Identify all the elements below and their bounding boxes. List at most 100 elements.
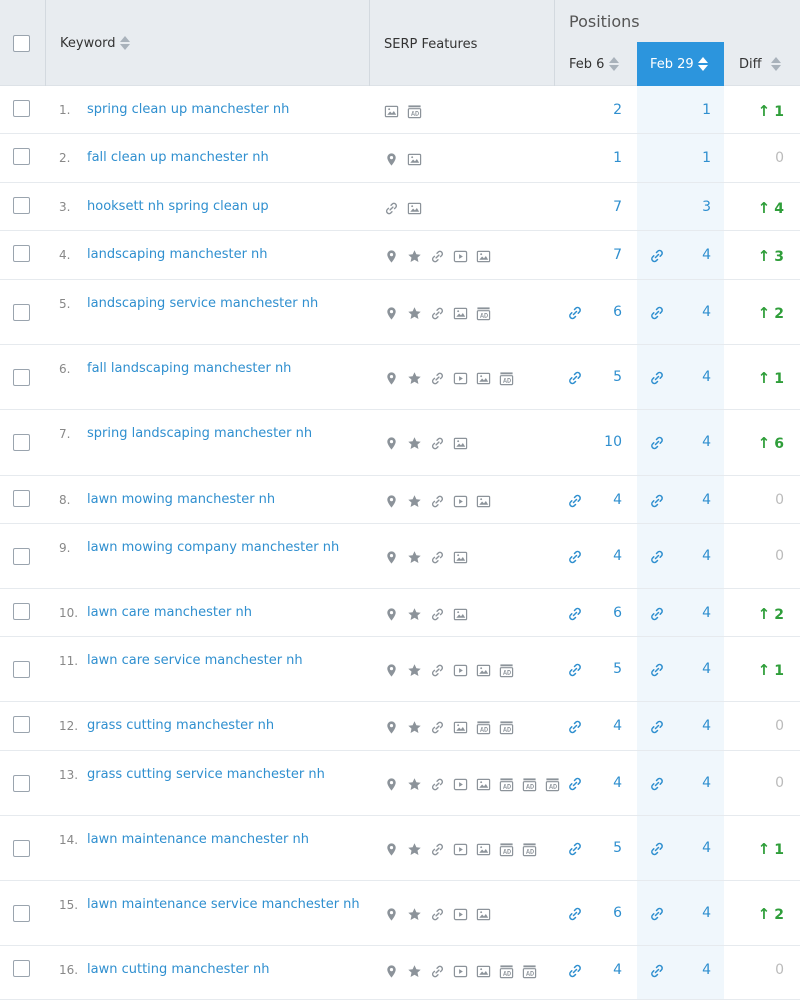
feb6-position[interactable]: 7 <box>590 247 622 263</box>
table-row[interactable]: 10. lawn care manchester nh 6 4 ↑ 2 <box>0 589 800 637</box>
row-checkbox[interactable] <box>13 100 30 117</box>
table-row[interactable]: 4. landscaping manchester nh 7 4 ↑ 3 <box>0 231 800 280</box>
table-row[interactable]: 14. lawn maintenance manchester nh 5 4 ↑ 1 <box>0 816 800 881</box>
feb29-url-link-icon[interactable] <box>649 493 665 509</box>
feb6-position[interactable]: 5 <box>590 840 622 856</box>
feb6-position[interactable]: 4 <box>590 492 622 508</box>
row-checkbox[interactable] <box>13 548 30 565</box>
feb29-position[interactable]: 4 <box>678 840 711 856</box>
keyword-link[interactable]: grass cutting service manchester nh <box>87 767 325 782</box>
feb29-url-link-icon[interactable] <box>649 662 665 678</box>
table-row[interactable]: 12. grass cutting manchester nh 4 4 0 <box>0 702 800 751</box>
feb29-url-link-icon[interactable] <box>649 606 665 622</box>
feb29-position[interactable]: 4 <box>678 962 711 978</box>
feb29-url-link-icon[interactable] <box>649 370 665 386</box>
feb6-sort-icon[interactable] <box>609 56 619 72</box>
feb29-position[interactable]: 3 <box>678 199 711 215</box>
feb29-url-link-icon[interactable] <box>649 906 665 922</box>
feb6-url-link-icon[interactable] <box>567 776 583 792</box>
table-row[interactable]: 3. hooksett nh spring clean up 7 3 ↑ 4 <box>0 183 800 231</box>
table-row[interactable]: 2. fall clean up manchester nh 1 1 0 <box>0 134 800 183</box>
select-all-checkbox[interactable] <box>13 35 30 52</box>
row-checkbox[interactable] <box>13 960 30 977</box>
feb29-position[interactable]: 4 <box>678 434 711 450</box>
row-checkbox[interactable] <box>13 148 30 165</box>
feb6-url-link-icon[interactable] <box>567 370 583 386</box>
feb6-position[interactable]: 6 <box>590 905 622 921</box>
feb29-position[interactable]: 4 <box>678 905 711 921</box>
keyword-link[interactable]: landscaping service manchester nh <box>87 296 318 311</box>
feb6-url-link-icon[interactable] <box>567 549 583 565</box>
table-row[interactable]: 15. lawn maintenance service manchester n… <box>0 881 800 946</box>
keyword-link[interactable]: grass cutting manchester nh <box>87 718 274 733</box>
feb6-position[interactable]: 10 <box>590 434 622 450</box>
table-row[interactable]: 5. landscaping service manchester nh 6 4 ↑ 2 <box>0 280 800 345</box>
table-row[interactable]: 9. lawn mowing company manchester nh 4 4 0 <box>0 524 800 589</box>
table-row[interactable]: 8. lawn mowing manchester nh 4 4 0 <box>0 476 800 524</box>
feb6-url-link-icon[interactable] <box>567 841 583 857</box>
feb6-position[interactable]: 2 <box>590 102 622 118</box>
table-row[interactable]: 13. grass cutting service manchester nh 4 4… <box>0 751 800 816</box>
diff-sort-icon[interactable] <box>771 56 781 72</box>
feb29-position[interactable]: 1 <box>678 150 711 166</box>
keyword-sort-icon[interactable] <box>120 35 130 51</box>
feb6-url-link-icon[interactable] <box>567 963 583 979</box>
row-checkbox[interactable] <box>13 716 30 733</box>
feb29-url-link-icon[interactable] <box>649 963 665 979</box>
feb6-position[interactable]: 5 <box>590 369 622 385</box>
feb6-url-link-icon[interactable] <box>567 493 583 509</box>
feb29-position[interactable]: 4 <box>678 492 711 508</box>
feb29-url-link-icon[interactable] <box>649 305 665 321</box>
feb6-position[interactable]: 4 <box>590 962 622 978</box>
keyword-column-header[interactable]: Keyword <box>60 36 116 51</box>
row-checkbox[interactable] <box>13 905 30 922</box>
feb6-position[interactable]: 6 <box>590 605 622 621</box>
feb6-url-link-icon[interactable] <box>567 906 583 922</box>
feb6-url-link-icon[interactable] <box>567 305 583 321</box>
feb29-column-header[interactable]: Feb 29 <box>637 42 724 86</box>
keyword-link[interactable]: lawn care service manchester nh <box>87 653 303 668</box>
feb6-column-header[interactable]: Feb 6 <box>569 57 604 72</box>
row-checkbox[interactable] <box>13 840 30 857</box>
table-row[interactable]: 7. spring landscaping manchester nh 10 4 ↑ 6 <box>0 410 800 476</box>
keyword-link[interactable]: fall landscaping manchester nh <box>87 361 291 376</box>
row-checkbox[interactable] <box>13 369 30 386</box>
keyword-link[interactable]: lawn care manchester nh <box>87 605 252 620</box>
row-checkbox[interactable] <box>13 603 30 620</box>
keyword-link[interactable]: lawn cutting manchester nh <box>87 962 269 977</box>
feb29-url-link-icon[interactable] <box>649 841 665 857</box>
feb6-position[interactable]: 5 <box>590 661 622 677</box>
row-checkbox[interactable] <box>13 304 30 321</box>
row-checkbox[interactable] <box>13 245 30 262</box>
feb29-position[interactable]: 4 <box>678 304 711 320</box>
row-checkbox[interactable] <box>13 197 30 214</box>
row-checkbox[interactable] <box>13 434 30 451</box>
feb6-position[interactable]: 6 <box>590 304 622 320</box>
keyword-link[interactable]: landscaping manchester nh <box>87 247 268 262</box>
keyword-link[interactable]: lawn maintenance manchester nh <box>87 832 309 847</box>
feb6-position[interactable]: 4 <box>590 548 622 564</box>
feb29-url-link-icon[interactable] <box>649 549 665 565</box>
feb29-sort-icon[interactable] <box>698 56 708 72</box>
keyword-link[interactable]: lawn mowing manchester nh <box>87 492 275 507</box>
feb29-position[interactable]: 4 <box>678 247 711 263</box>
table-row[interactable]: 6. fall landscaping manchester nh 5 4 ↑ 1 <box>0 345 800 410</box>
keyword-link[interactable]: hooksett nh spring clean up <box>87 199 269 214</box>
table-row[interactable]: 11. lawn care service manchester nh 5 4 ↑ 1 <box>0 637 800 702</box>
feb29-url-link-icon[interactable] <box>649 719 665 735</box>
feb29-position[interactable]: 4 <box>678 605 711 621</box>
feb29-position[interactable]: 4 <box>678 718 711 734</box>
feb29-position[interactable]: 4 <box>678 775 711 791</box>
feb6-url-link-icon[interactable] <box>567 719 583 735</box>
feb6-url-link-icon[interactable] <box>567 606 583 622</box>
keyword-link[interactable]: spring clean up manchester nh <box>87 102 289 117</box>
feb29-position[interactable]: 4 <box>678 661 711 677</box>
table-row[interactable]: 1. spring clean up manchester nh 2 1 ↑ 1 <box>0 86 800 134</box>
keyword-link[interactable]: lawn maintenance service manchester nh <box>87 897 360 912</box>
feb6-position[interactable]: 4 <box>590 718 622 734</box>
feb29-position[interactable]: 1 <box>678 102 711 118</box>
feb6-position[interactable]: 1 <box>590 150 622 166</box>
keyword-link[interactable]: spring landscaping manchester nh <box>87 426 312 441</box>
row-checkbox[interactable] <box>13 775 30 792</box>
keyword-link[interactable]: lawn mowing company manchester nh <box>87 540 339 555</box>
